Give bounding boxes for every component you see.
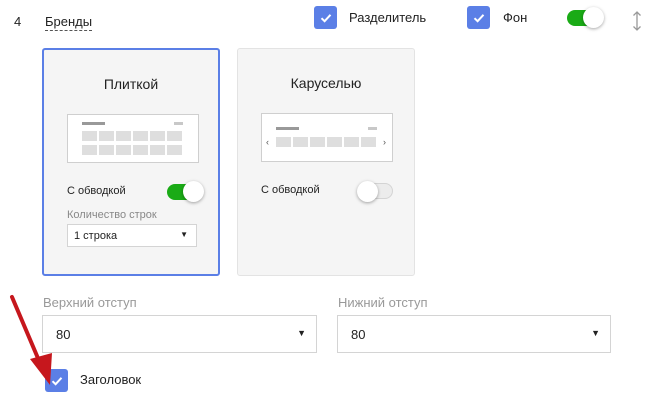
header-checkbox[interactable] [45,369,68,392]
tiles-border-toggle[interactable] [167,181,204,202]
rows-count-select[interactable]: 1 строка ▼ [67,224,197,247]
up-down-arrow-icon[interactable] [631,10,643,32]
carousel-border-toggle[interactable] [357,181,393,202]
background-checkbox[interactable] [467,6,490,29]
card-title: Плиткой [103,76,159,92]
border-label: С обводкой [261,184,320,196]
background-label: Фон [503,10,528,25]
caret-down-icon: ▼ [180,230,188,239]
section-title[interactable]: Бренды [45,14,93,31]
tiles-preview [67,114,199,163]
toggle-knob [183,181,204,202]
toggle-knob [583,7,604,28]
bottom-padding-select[interactable]: 80 ▼ [337,315,611,353]
separator-label: Разделитель [349,10,427,25]
top-padding-label: Верхний отступ [43,295,137,310]
layout-card-carousel[interactable]: Каруселью ‹ › С обводкой [237,48,415,276]
top-padding-value: 80 [56,327,71,342]
check-icon [473,13,484,23]
caret-down-icon: ▼ [591,328,600,338]
card-title: Каруселью [290,75,362,91]
toggle-knob [357,181,378,202]
layout-card-tiles[interactable]: Плиткой С обводкой Количество строк 1 ст… [42,48,220,276]
row-number: 4 [14,14,22,29]
rows-count-value: 1 строка [74,230,118,242]
separator-checkbox[interactable] [314,6,337,29]
rows-count-label: Количество строк [67,209,157,221]
header-checkbox-label: Заголовок [80,372,142,387]
bottom-padding-label: Нижний отступ [338,295,428,310]
check-icon [51,376,62,386]
caret-down-icon: ▼ [297,328,306,338]
carousel-preview: ‹ › [261,113,393,162]
top-padding-select[interactable]: 80 ▼ [42,315,317,353]
chevron-left-icon: ‹ [266,137,269,147]
bottom-padding-value: 80 [351,327,366,342]
row-visibility-toggle[interactable] [567,7,604,28]
chevron-right-icon: › [383,137,386,147]
border-label: С обводкой [67,185,126,197]
check-icon [320,13,331,23]
